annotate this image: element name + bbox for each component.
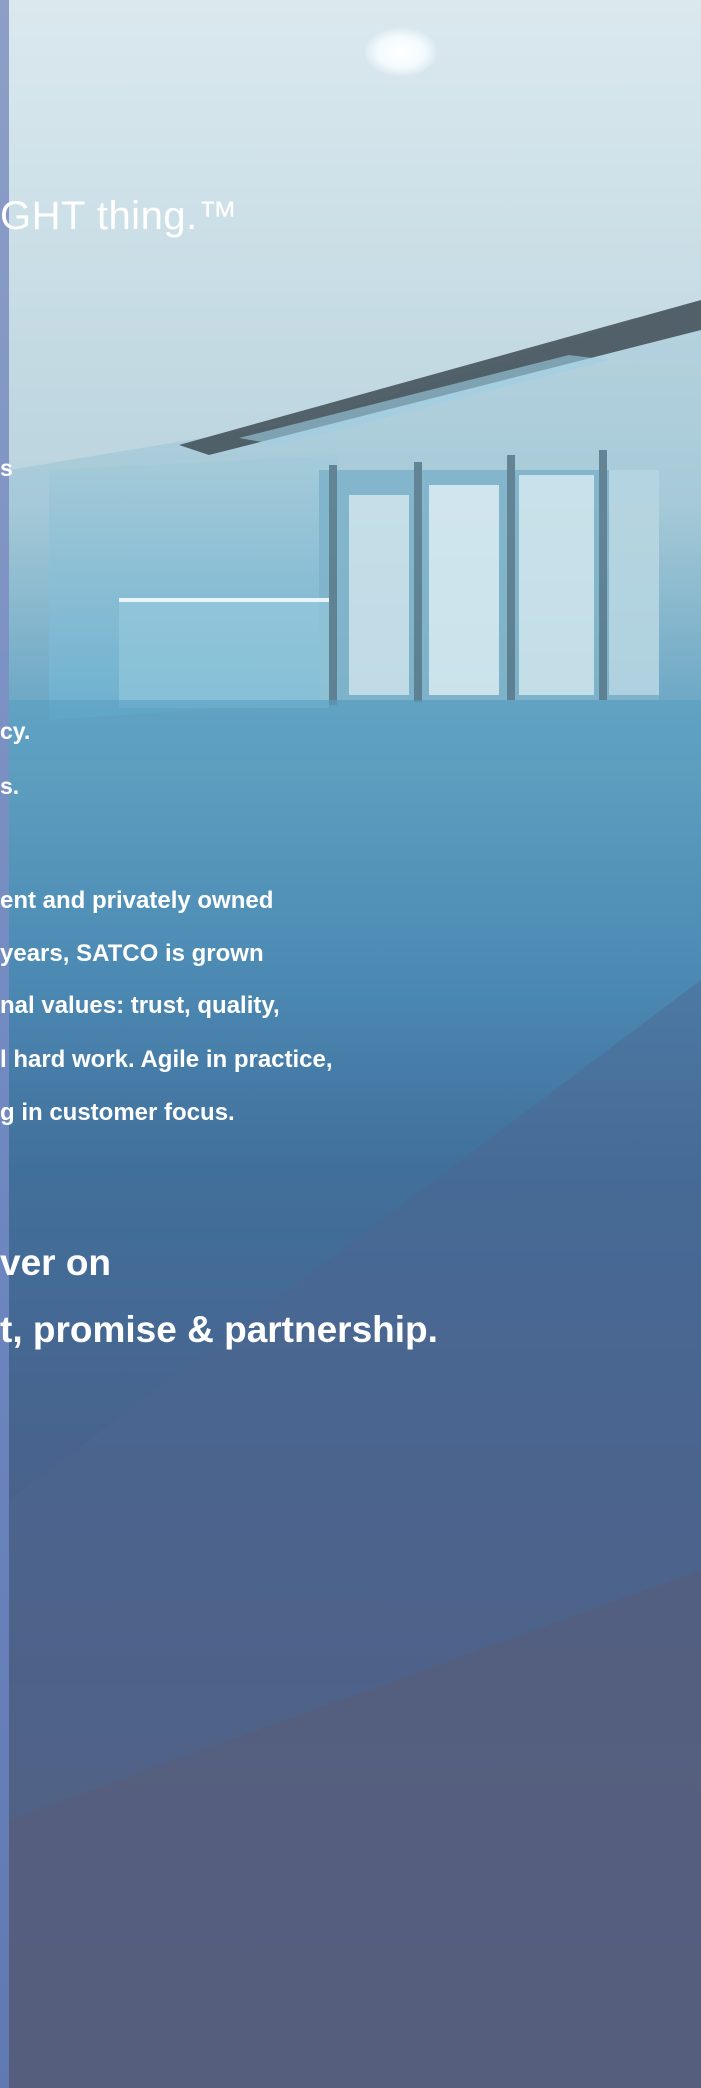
left-edge-strip (0, 0, 9, 2088)
body-line-1: ent and privately owned (0, 887, 274, 914)
text-fragment-s2: s. (0, 773, 20, 799)
text-fragment-s: s (0, 455, 13, 481)
closing-line-1: ver on (0, 1242, 112, 1283)
ceiling-light (365, 28, 437, 76)
closing-line-2: t, promise & partnership. (0, 1309, 438, 1350)
railing-top (119, 598, 329, 602)
brochure-page: GHT thing.™ s cy. s. ent and privately o… (0, 0, 701, 2088)
text-fragment-cy: cy. (0, 718, 31, 744)
body-line-4: l hard work. Agile in practice, (0, 1046, 333, 1073)
floor-shading (9, 980, 701, 2088)
tagline-text: GHT thing.™ (0, 194, 239, 238)
body-line-5: g in customer focus. (0, 1099, 235, 1126)
body-line-2: years, SATCO is grown (0, 940, 264, 967)
body-line-3: nal values: trust, quality, (0, 992, 280, 1019)
